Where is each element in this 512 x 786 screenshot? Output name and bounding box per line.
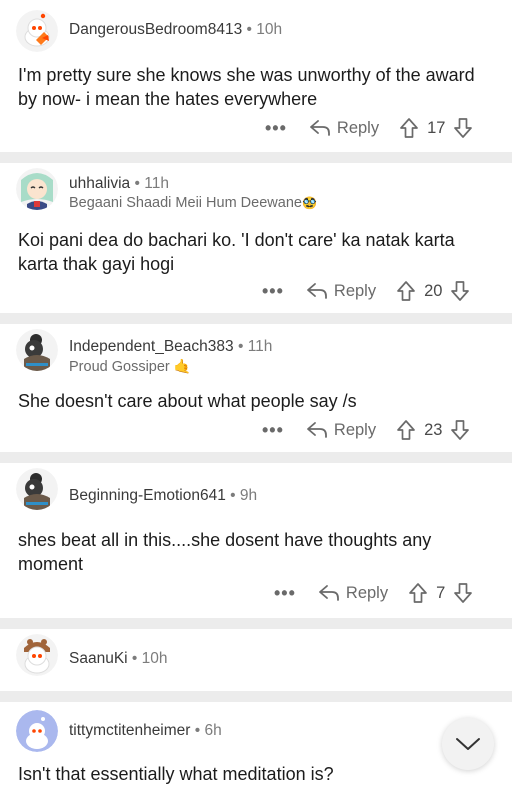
reply-label: Reply	[333, 420, 377, 439]
username[interactable]: Independent_Beach383	[69, 338, 234, 355]
comment-separator	[0, 452, 512, 463]
comment-body: She doesn't care about what people say /…	[18, 391, 357, 411]
chevron-down-icon	[456, 738, 480, 750]
flair-text: Begaani Shaadi Meii Hum Deewane	[69, 195, 302, 211]
meta-separator: •	[230, 487, 236, 504]
downvote-arrow-icon[interactable]	[450, 280, 470, 302]
reply-label: Reply	[333, 281, 377, 300]
reply-label: Reply	[345, 583, 389, 602]
reply-button[interactable]: Reply	[309, 119, 379, 138]
comment-actions: ••• Reply 17	[265, 115, 473, 141]
upvote-arrow-icon[interactable]	[408, 582, 428, 604]
user-avatar[interactable]	[16, 329, 58, 371]
comment-separator	[0, 618, 512, 629]
username[interactable]: tittymctitenheimer	[69, 722, 190, 739]
comment-meta: tittymctitenheimer • 6h	[69, 722, 222, 740]
vote-count: 23	[424, 420, 443, 439]
comment-meta: DangerousBedroom8413 • 10h	[69, 21, 282, 39]
flair-emoji: 🥸	[301, 196, 317, 210]
timestamp: 9h	[239, 487, 258, 504]
comment-actions: ••• Reply 23	[262, 417, 470, 443]
timestamp: 10h	[141, 650, 168, 667]
comment-3: Independent_Beach383 • 11h Proud Gossipe…	[0, 324, 512, 452]
username[interactable]: Beginning-Emotion641	[69, 487, 226, 504]
upvote-arrow-icon[interactable]	[396, 280, 416, 302]
user-flair: Proud Gossiper 🤙	[69, 358, 191, 375]
downvote-arrow-icon[interactable]	[450, 419, 470, 441]
meta-separator: •	[246, 21, 252, 38]
reply-button[interactable]: Reply	[306, 421, 376, 440]
comment-body: I'm pretty sure she knows she was unwort…	[18, 65, 475, 109]
more-options-button[interactable]: •••	[262, 281, 284, 302]
username[interactable]: DangerousBedroom8413	[69, 21, 242, 38]
comment-6: tittymctitenheimer • 6h Isn't that essen…	[0, 702, 512, 784]
meta-separator: •	[237, 338, 244, 355]
comment-body: Koi pani dea do bachari ko. 'I don't car…	[18, 230, 455, 274]
timestamp: 11h	[247, 338, 273, 355]
more-options-button[interactable]: •••	[262, 420, 284, 441]
comment-body: Isn't that essentially what meditation i…	[18, 764, 334, 784]
username[interactable]: SaanuKi	[69, 650, 128, 667]
comment-meta: SaanuKi • 10h	[69, 650, 168, 668]
downvote-arrow-icon[interactable]	[453, 582, 473, 604]
timestamp: 6h	[204, 722, 222, 739]
meta-separator: •	[131, 650, 138, 667]
vote-count: 20	[424, 281, 443, 300]
reply-arrow-icon	[310, 120, 330, 136]
comment-actions: ••• Reply 20	[262, 278, 470, 304]
comment-meta: Independent_Beach383 • 11h	[69, 338, 272, 356]
reply-button[interactable]: Reply	[306, 282, 376, 301]
comment-meta: uhhalivia • 11h	[69, 175, 169, 193]
timestamp: 11h	[144, 175, 169, 192]
user-avatar[interactable]	[16, 634, 58, 676]
comment-actions: ••• Reply 7	[274, 580, 473, 606]
comment-5[interactable]: SaanuKi • 10h	[0, 629, 512, 691]
collapse-button[interactable]	[442, 718, 494, 770]
comment-separator	[0, 152, 512, 163]
user-avatar[interactable]	[16, 468, 58, 510]
more-options-button[interactable]: •••	[274, 583, 296, 604]
more-options-button[interactable]: •••	[265, 118, 287, 139]
vote-count: 17	[427, 118, 446, 137]
reply-button[interactable]: Reply	[318, 584, 388, 603]
comment-2: uhhalivia • 11h Begaani Shaadi Meii Hum …	[0, 163, 512, 313]
upvote-arrow-icon[interactable]	[399, 117, 419, 139]
reply-arrow-icon	[307, 422, 327, 438]
username[interactable]: uhhalivia	[69, 175, 130, 192]
timestamp: 10h	[256, 21, 283, 38]
reply-label: Reply	[336, 118, 380, 137]
reply-arrow-icon	[307, 283, 327, 299]
flair-emoji: 🤙	[173, 358, 192, 374]
reply-arrow-icon	[319, 585, 339, 601]
comment-meta: Beginning-Emotion641 • 9h	[69, 487, 257, 505]
comment-4: Beginning-Emotion641 • 9h shes beat all …	[0, 463, 512, 618]
downvote-arrow-icon[interactable]	[453, 117, 473, 139]
comment-separator	[0, 691, 512, 702]
meta-separator: •	[194, 722, 201, 739]
meta-separator: •	[134, 175, 140, 192]
user-flair: Begaani Shaadi Meii Hum Deewane🥸	[69, 195, 317, 211]
user-avatar[interactable]	[16, 710, 58, 752]
user-avatar[interactable]	[16, 168, 58, 210]
comment-body: shes beat all in this....she dosent have…	[18, 530, 432, 574]
upvote-arrow-icon[interactable]	[396, 419, 416, 441]
user-avatar[interactable]	[16, 10, 58, 52]
comment-1: DangerousBedroom8413 • 10h I'm pretty su…	[0, 0, 512, 152]
flair-text: Proud Gossiper	[69, 359, 170, 375]
comment-separator	[0, 313, 512, 324]
vote-count: 7	[436, 583, 446, 602]
